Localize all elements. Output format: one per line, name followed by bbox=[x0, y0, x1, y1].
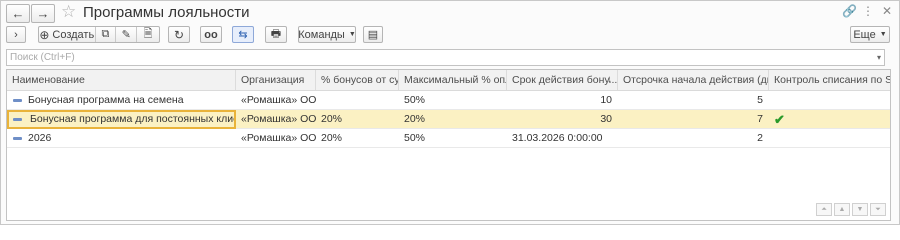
cell-start-delay: 2 bbox=[757, 132, 763, 144]
print-button[interactable]: 🖶 bbox=[265, 26, 287, 43]
column-header-bonus-validity-label: Срок действия бону... bbox=[512, 74, 618, 86]
cell-bonus-percent: 20% bbox=[321, 132, 343, 144]
printer-icon: 🖶 bbox=[270, 28, 282, 40]
cell-organization: «Ромашка» ООО bbox=[241, 132, 316, 144]
list-form-window: ← → ☆ Программы лояльности 🔗 ⋮ ✕ › ⊕ Соз… bbox=[0, 0, 900, 225]
caret-down-icon: ▼ bbox=[348, 31, 356, 38]
edit-button[interactable]: ✎ bbox=[116, 27, 136, 42]
table-row[interactable]: Бонусная программа для постоянных клиент… bbox=[7, 110, 890, 129]
plus-circle-icon: ⊕ bbox=[39, 27, 50, 42]
table-header: Наименование Организация % бонусов от су… bbox=[7, 70, 890, 91]
column-header-organization[interactable]: Организация bbox=[236, 70, 316, 90]
refresh-icon: ↻ bbox=[173, 27, 185, 42]
hierarchy-mode-button[interactable]: ⇆ bbox=[232, 26, 254, 43]
cell-sms-control bbox=[769, 91, 890, 110]
mark-delete-button[interactable]: 🗎 bbox=[137, 27, 159, 42]
find-button[interactable]: oo bbox=[200, 26, 222, 43]
cell-name: 2026 bbox=[28, 132, 52, 144]
cell-bonus-validity: 31.03.2026 0:00:00 bbox=[512, 132, 603, 144]
close-icon[interactable]: ✕ bbox=[882, 5, 892, 17]
copy-icon: ⧉ bbox=[101, 28, 110, 40]
back-button[interactable]: ← bbox=[6, 4, 30, 23]
cell-bonus-percent: 20% bbox=[321, 113, 343, 125]
scroll-up-icon[interactable]: ▲ bbox=[834, 203, 850, 216]
arrow-left-icon: ← bbox=[11, 6, 25, 21]
binoculars-icon: oo bbox=[204, 28, 218, 41]
scroll-last-icon[interactable]: ⏷ bbox=[870, 203, 886, 216]
document-delete-icon: 🗎 bbox=[143, 28, 153, 40]
cell-sms-control bbox=[769, 129, 890, 148]
cell-name: Бонусная программа для постоянных клиент… bbox=[7, 110, 236, 129]
refresh-button[interactable]: ↻ bbox=[168, 26, 190, 43]
more-button[interactable]: Еще ▼ bbox=[850, 26, 890, 43]
sms-checkmark-icon: ✔ bbox=[774, 112, 785, 127]
column-header-bonus-validity[interactable]: Срок действия бону... ↓ bbox=[507, 70, 618, 90]
scroll-down-icon[interactable]: ▼ bbox=[852, 203, 868, 216]
column-header-name[interactable]: Наименование bbox=[7, 70, 236, 90]
cell-max-payment-percent: 20% bbox=[404, 113, 426, 125]
copy-button[interactable]: ⧉ bbox=[96, 27, 116, 42]
commands-dropdown[interactable]: Команды ▼ bbox=[298, 26, 356, 43]
link-icon[interactable]: 🔗 bbox=[842, 5, 857, 17]
table-row[interactable]: 2026 «Ромашка» ООО 20% 50% 31.03.2026 0:… bbox=[7, 129, 890, 148]
more-label: Еще bbox=[853, 28, 876, 41]
hierarchy-icon: ⇆ bbox=[238, 29, 248, 41]
forward-button[interactable]: → bbox=[31, 4, 55, 23]
caret-down-icon: ▼ bbox=[879, 31, 887, 38]
column-header-bonus-percent[interactable]: % бонусов от су... bbox=[316, 70, 399, 90]
search-field: ▾ bbox=[6, 49, 885, 66]
column-header-sms-control[interactable]: Контроль списания по SMS bbox=[769, 70, 890, 90]
cell-organization: «Ромашка» ООО bbox=[241, 94, 316, 106]
commands-label: Команды bbox=[298, 28, 345, 41]
page-title: Программы лояльности bbox=[83, 4, 250, 21]
table-row[interactable]: Бонусная программа на семена «Ромашка» О… bbox=[7, 91, 890, 110]
cell-bonus-validity: 10 bbox=[600, 94, 612, 106]
favorite-star-icon[interactable]: ☆ bbox=[61, 3, 76, 20]
cell-max-payment-percent: 50% bbox=[404, 94, 426, 106]
scroll-first-icon[interactable]: ⏶ bbox=[816, 203, 832, 216]
cell-start-delay: 5 bbox=[757, 94, 763, 106]
cell-bonus-percent bbox=[316, 91, 399, 110]
report-button[interactable]: ▤ bbox=[363, 26, 383, 43]
column-header-start-delay[interactable]: Отсрочка начала действия (дней) bbox=[618, 70, 769, 90]
sort-descending-icon: ↓ bbox=[607, 74, 612, 85]
expand-panel-button[interactable]: › bbox=[6, 26, 26, 43]
table-scroll-controls: ⏶ ▲ ▼ ⏷ bbox=[816, 203, 886, 216]
create-button[interactable]: ⊕ Создать bbox=[39, 27, 95, 42]
cell-name: Бонусная программа на семена bbox=[28, 94, 184, 106]
search-input[interactable] bbox=[7, 50, 873, 65]
table-icon: ▤ bbox=[367, 29, 379, 41]
cell-bonus-validity: 30 bbox=[600, 113, 612, 125]
more-vertical-icon[interactable]: ⋮ bbox=[862, 5, 874, 17]
loyalty-programs-table: Наименование Организация % бонусов от су… bbox=[6, 69, 891, 221]
cell-max-payment-percent: 50% bbox=[404, 132, 426, 144]
create-button-group: ⊕ Создать ⧉ ✎ 🗎 bbox=[38, 26, 160, 43]
cell-organization: «Ромашка» ООО bbox=[241, 113, 316, 125]
column-header-max-payment-percent[interactable]: Максимальный % опл... bbox=[399, 70, 507, 90]
arrow-right-icon: → bbox=[36, 6, 50, 21]
create-button-label: Создать bbox=[52, 28, 95, 41]
search-dropdown-icon[interactable]: ▾ bbox=[877, 50, 881, 65]
pencil-icon: ✎ bbox=[121, 29, 131, 41]
chevron-right-icon: › bbox=[14, 28, 18, 41]
cell-start-delay: 7 bbox=[757, 113, 763, 125]
